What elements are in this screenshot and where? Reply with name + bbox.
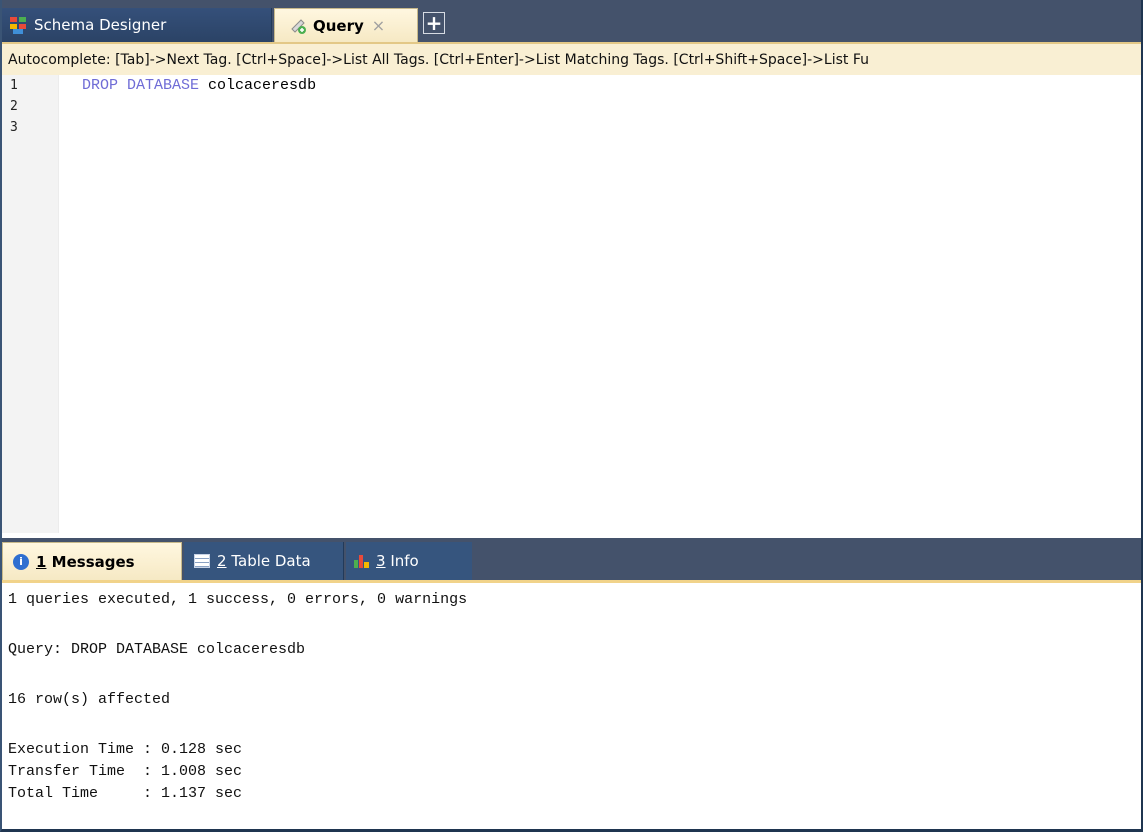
- query-line: Query: DROP DATABASE colcaceresdb: [8, 641, 306, 658]
- tab-messages-label: Messages: [51, 552, 135, 571]
- query-window: Schema Designer Query × + Autocomplete: …: [0, 0, 1143, 832]
- info-chart-icon: [354, 554, 370, 568]
- tab-schema-designer-label: Schema Designer: [34, 16, 167, 34]
- result-tab-strip: i 1 Messages 2 Table Data 3 Info: [2, 538, 1141, 580]
- add-tab-button[interactable]: +: [423, 12, 445, 34]
- messages-output[interactable]: 1 queries executed, 1 success, 0 errors,…: [2, 585, 1141, 829]
- affected-line: 16 row(s) affected: [8, 691, 171, 708]
- tab-table-data-label: Table Data: [231, 552, 311, 570]
- editor-tab-strip: Schema Designer Query × +: [2, 0, 1141, 42]
- tab-info[interactable]: 3 Info: [346, 542, 472, 580]
- query-icon: [289, 17, 307, 35]
- tab-query-label: Query: [313, 16, 364, 35]
- sql-editor[interactable]: 1 2 3 DROP DATABASE colcaceresdb: [2, 75, 1141, 533]
- tab-info-label: Info: [390, 552, 419, 570]
- sql-identifier: colcaceresdb: [208, 77, 317, 94]
- line-number: 1: [10, 78, 18, 93]
- table-icon: [194, 554, 210, 568]
- sql-keyword: DROP DATABASE: [82, 77, 200, 94]
- schema-designer-icon: [10, 16, 28, 34]
- summary-line: 1 queries executed, 1 success, 0 errors,…: [8, 591, 468, 608]
- divider: [2, 580, 1141, 583]
- transfer-time-line: Transfer Time : 1.008 sec: [8, 763, 243, 780]
- execution-time-line: Execution Time : 0.128 sec: [8, 741, 243, 758]
- tab-table-data[interactable]: 2 Table Data: [184, 542, 344, 580]
- line-number: 3: [10, 120, 18, 135]
- code-line-1[interactable]: DROP DATABASE colcaceresdb: [82, 75, 316, 96]
- tab-info-number: 3: [376, 552, 386, 570]
- tab-table-data-number: 2: [217, 552, 227, 570]
- tab-messages-number: 1: [36, 552, 47, 571]
- tab-schema-designer[interactable]: Schema Designer: [2, 8, 272, 42]
- line-number-gutter: 1 2 3: [2, 75, 59, 533]
- close-icon[interactable]: ×: [372, 16, 385, 35]
- line-number: 2: [10, 99, 18, 114]
- tab-query[interactable]: Query ×: [274, 8, 418, 42]
- total-time-line: Total Time : 1.137 sec: [8, 785, 243, 802]
- tab-messages[interactable]: i 1 Messages: [2, 542, 182, 580]
- autocomplete-hint: Autocomplete: [Tab]->Next Tag. [Ctrl+Spa…: [2, 42, 1141, 77]
- info-icon: i: [13, 553, 29, 570]
